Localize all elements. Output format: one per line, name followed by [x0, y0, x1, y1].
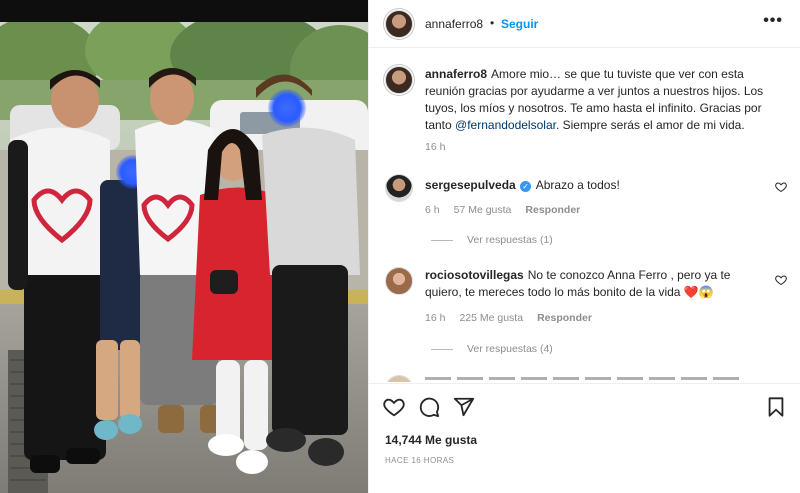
- comments-list[interactable]: annaferro8 Amore mio… se que tu tuviste q…: [369, 49, 800, 382]
- caption-meta: 16 h: [425, 141, 459, 153]
- view-replies-button[interactable]: Ver respuestas (4): [431, 343, 553, 355]
- post-timestamp[interactable]: HACE 16 HORAS: [385, 456, 454, 465]
- comment-meta: 6 h 57 Me gusta Responder: [425, 204, 594, 216]
- post-side-panel: annaferro8 • Seguir ••• annaferro8 Amore …: [368, 0, 800, 493]
- comment-avatar[interactable]: [385, 174, 413, 202]
- share-icon[interactable]: [453, 396, 475, 418]
- caption-avatar[interactable]: [385, 66, 413, 94]
- comment-time[interactable]: 6 h: [425, 204, 440, 216]
- header-separator: •: [490, 16, 495, 30]
- partial-comment-text: [425, 377, 745, 380]
- comment-meta: 16 h 225 Me gusta Responder: [425, 312, 606, 324]
- author-username[interactable]: annaferro8: [425, 17, 483, 31]
- heart-icon[interactable]: [383, 396, 405, 418]
- likes-count[interactable]: 14,744 Me gusta: [385, 433, 477, 447]
- reply-button[interactable]: Responder: [537, 312, 592, 324]
- comment-text: sergesepulveda ✓ Abrazo a todos!: [425, 177, 765, 194]
- more-options-icon[interactable]: •••: [763, 12, 783, 30]
- photo-image: [0, 10, 368, 493]
- author-avatar[interactable]: [385, 10, 413, 38]
- caption-text: annaferro8 Amore mio… se que tu tuviste q…: [425, 66, 765, 134]
- comment-avatar[interactable]: [385, 375, 413, 382]
- caption-mention[interactable]: @fernandodelsolar: [455, 118, 556, 132]
- comment-like-heart-icon[interactable]: [775, 274, 787, 286]
- post-photo[interactable]: [0, 0, 368, 493]
- caption-username[interactable]: annaferro8: [425, 67, 487, 81]
- comment-icon[interactable]: [418, 396, 440, 418]
- caption-body-end: . Siempre serás el amor de mi vida.: [555, 118, 745, 132]
- comment-body: Abrazo a todos!: [535, 178, 620, 192]
- post-actions: 14,744 Me gusta HACE 16 HORAS: [369, 383, 800, 493]
- comment-avatar[interactable]: [385, 267, 413, 295]
- bookmark-icon[interactable]: [765, 396, 787, 418]
- comment-text: rociosotovillegas No te conozco Anna Ferr…: [425, 267, 765, 301]
- verified-icon: ✓: [520, 181, 532, 192]
- next-comment-partial: [369, 372, 800, 382]
- caption-time[interactable]: 16 h: [425, 141, 445, 153]
- comment-username[interactable]: rociosotovillegas: [425, 268, 524, 282]
- view-replies-button[interactable]: Ver respuestas (1): [431, 234, 553, 246]
- reply-button[interactable]: Responder: [525, 204, 580, 216]
- comment-likes[interactable]: 225 Me gusta: [459, 312, 523, 324]
- comment-like-heart-icon[interactable]: [775, 181, 787, 193]
- comment-time[interactable]: 16 h: [425, 312, 445, 324]
- photo-top-bar: [0, 0, 368, 22]
- post-header: annaferro8 • Seguir •••: [369, 0, 800, 48]
- comment-username[interactable]: sergesepulveda: [425, 178, 516, 192]
- comment-emoji: ❤️😱: [683, 285, 714, 299]
- comment-likes[interactable]: 57 Me gusta: [454, 204, 512, 216]
- follow-button[interactable]: Seguir: [501, 17, 538, 31]
